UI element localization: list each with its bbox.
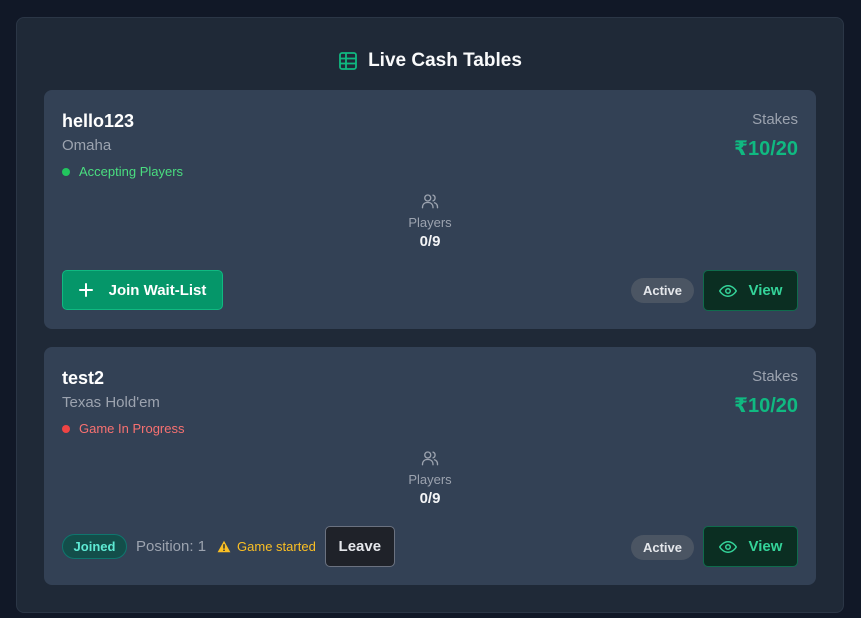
live-tables-panel: Live Cash Tables hello123 Omaha Acceptin… — [16, 17, 844, 613]
table-status: Accepting Players — [62, 164, 183, 179]
users-icon — [421, 192, 439, 210]
joined-badge: Joined — [62, 534, 127, 559]
waitlist-status-row: Joined Position: 1 Game started Leave — [62, 526, 395, 567]
table-name: hello123 — [62, 111, 135, 131]
players-label: Players — [408, 215, 452, 230]
table-card: test2 Texas Hold'em Game In Progress Sta… — [44, 347, 816, 585]
table-status: Game In Progress — [62, 421, 185, 436]
leave-button[interactable]: Leave — [324, 526, 395, 567]
page-title: Live Cash Tables — [368, 50, 522, 71]
table-game-type: Omaha — [62, 137, 112, 154]
view-button[interactable]: View — [703, 270, 798, 311]
table-card: hello123 Omaha Accepting Players Stakes … — [44, 90, 816, 329]
table-game-type: Texas Hold'em — [62, 394, 160, 411]
active-badge: Active — [631, 278, 694, 303]
players-count: 0/9 — [419, 233, 441, 250]
stakes-value: ₹10/20 — [734, 395, 798, 417]
warning-text: Game started — [237, 539, 316, 554]
users-icon — [421, 449, 439, 467]
eye-icon — [718, 538, 737, 556]
stakes-value: ₹10/20 — [734, 138, 798, 160]
join-wait-list-button[interactable]: Join Wait-List — [62, 270, 223, 310]
game-started-warning: Game started — [217, 539, 316, 554]
join-wait-list-label: Join Wait-List — [108, 281, 207, 299]
players-info: Players 0/9 — [44, 192, 816, 250]
players-count: 0/9 — [419, 490, 441, 507]
stakes-label: Stakes — [752, 368, 798, 385]
active-badge: Active — [631, 535, 694, 560]
status-dot-icon — [62, 167, 70, 176]
warning-icon — [217, 540, 231, 553]
players-label: Players — [408, 472, 452, 487]
stakes-label: Stakes — [752, 111, 798, 128]
status-dot-icon — [62, 424, 70, 433]
panel-header: Live Cash Tables — [17, 50, 843, 72]
table-icon — [338, 51, 358, 71]
eye-icon — [718, 282, 737, 300]
view-label: View — [748, 282, 783, 299]
plus-icon — [78, 283, 93, 297]
table-name: test2 — [62, 368, 105, 388]
status-text: Accepting Players — [79, 164, 184, 179]
position-text: Position: 1 — [136, 538, 207, 555]
view-button[interactable]: View — [703, 526, 798, 567]
status-text: Game In Progress — [79, 421, 185, 436]
view-label: View — [748, 538, 783, 555]
players-info: Players 0/9 — [44, 449, 816, 507]
